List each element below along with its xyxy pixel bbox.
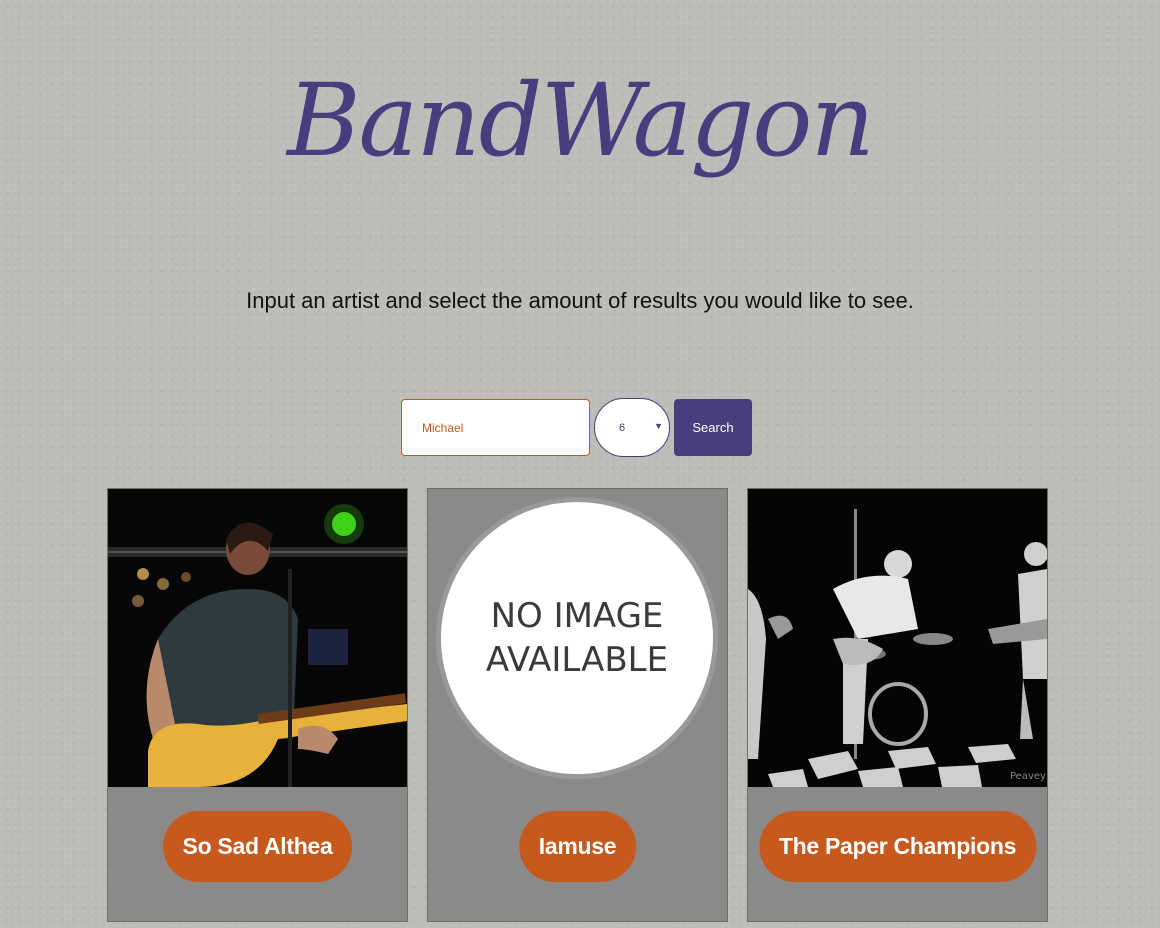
no-image-placeholder: NO IMAGE AVAILABLE <box>428 489 727 787</box>
svg-text:Peavey: Peavey <box>1010 771 1046 782</box>
band-name-button[interactable]: The Paper Champions <box>758 811 1037 882</box>
page-title: BandWagon <box>287 62 875 179</box>
band-name-button[interactable]: So Sad Althea <box>162 811 353 882</box>
result-card: NO IMAGE AVAILABLE Iamuse <box>427 488 728 922</box>
search-button[interactable]: Search <box>674 399 752 456</box>
result-count-value: 6 <box>619 422 626 434</box>
result-count-select[interactable]: 6 ▼ <box>594 398 670 457</box>
no-image-text: NO IMAGE AVAILABLE <box>436 497 718 779</box>
results-grid: So Sad Althea NO IMAGEAVAILABLE Iamuse <box>107 488 1048 922</box>
result-card: Peavey The Paper Champions <box>747 488 1048 922</box>
result-card: So Sad Althea <box>107 488 408 922</box>
search-form: 6 ▼ Search <box>401 398 752 457</box>
band-photo: Peavey <box>748 489 1047 787</box>
chevron-down-icon: ▼ <box>654 421 663 431</box>
band-photo <box>108 489 407 787</box>
band-name-button[interactable]: Iamuse <box>518 811 637 882</box>
artist-search-input[interactable] <box>401 399 590 456</box>
instructions-text: Input an artist and select the amount of… <box>246 288 914 313</box>
